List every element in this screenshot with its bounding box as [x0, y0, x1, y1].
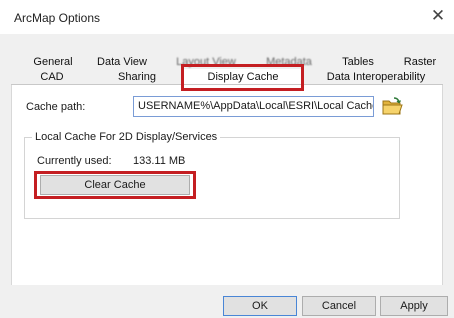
cache-path-input[interactable]: USERNAME%\AppData\Local\ESRI\Local Cache… — [133, 96, 374, 117]
ok-button[interactable]: OK — [223, 296, 297, 316]
tab-raster[interactable]: Raster — [394, 54, 446, 70]
apply-button[interactable]: Apply — [380, 296, 448, 316]
tab-data-view[interactable]: Data View — [88, 54, 156, 70]
clear-cache-highlight — [34, 171, 196, 199]
tab-general[interactable]: General — [24, 54, 82, 70]
display-cache-tab-highlight — [181, 64, 304, 91]
local-cache-group-title: Local Cache For 2D Display/Services — [32, 131, 221, 143]
cancel-button[interactable]: Cancel — [302, 296, 376, 316]
title-bar: ArcMap Options ✕ — [0, 0, 454, 34]
open-folder-icon[interactable] — [380, 96, 404, 117]
currently-used-label: Currently used: — [37, 155, 112, 167]
currently-used-value: 133.11 MB — [133, 155, 186, 167]
close-icon[interactable]: ✕ — [425, 2, 451, 30]
cache-path-label: Cache path: — [26, 101, 86, 113]
tab-tables[interactable]: Tables — [334, 54, 382, 70]
arcmap-options-dialog: ArcMap Options ✕ General Data View Layou… — [0, 0, 454, 318]
dialog-title: ArcMap Options — [14, 11, 101, 25]
